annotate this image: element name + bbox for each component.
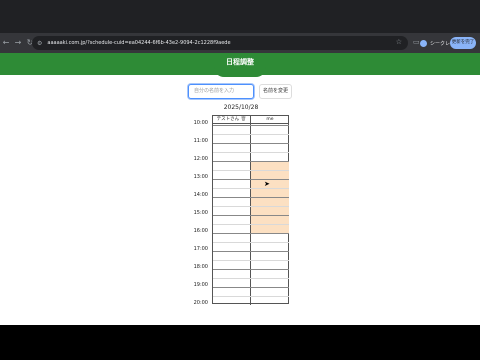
- time-label: 17:00: [193, 246, 208, 252]
- time-label: 11:00: [193, 138, 208, 144]
- column-header-me: me: [251, 116, 289, 124]
- site-info-icon[interactable]: ⚙: [37, 40, 42, 47]
- grid-line: [213, 251, 289, 252]
- grid-line: [213, 269, 289, 270]
- mouse-cursor-icon: ➤: [264, 180, 270, 188]
- selected-slot[interactable]: [251, 188, 289, 197]
- participant-name: テストさん: [216, 117, 240, 122]
- column-header-participant: テストさん 🗑: [213, 116, 250, 124]
- time-label: 10:00: [193, 120, 208, 126]
- grid-line: [213, 152, 289, 153]
- selected-slot[interactable]: [251, 224, 289, 233]
- web-page: 日程調整 自分の名前を入力 名前を変更 2025/10/28 テストさん 🗑 m…: [0, 53, 480, 325]
- time-label: 12:00: [193, 156, 208, 162]
- grid-line: [213, 224, 289, 225]
- url-text: aaaaaki.com.jp/?schedule-cuid=ea04244-6f…: [47, 40, 231, 46]
- browser-tab-strip: [0, 0, 480, 33]
- grid-line: [213, 233, 289, 234]
- selected-slot[interactable]: [251, 179, 289, 188]
- extensions-icon[interactable]: ▭: [413, 38, 420, 46]
- letterbox-bar: [0, 325, 480, 360]
- address-bar[interactable]: ⚙ aaaaaki.com.jp/?schedule-cuid=ea04244-…: [32, 36, 408, 50]
- selected-slot[interactable]: [251, 161, 289, 170]
- grid-line: [213, 179, 289, 180]
- selected-slot[interactable]: [251, 197, 289, 206]
- grid-line: [213, 170, 289, 171]
- grid-line: [213, 206, 289, 207]
- time-label: 14:00: [193, 192, 208, 198]
- selected-slot[interactable]: [251, 206, 289, 215]
- time-label: 15:00: [193, 210, 208, 216]
- grid-line: [213, 215, 289, 216]
- grid-line: [213, 188, 289, 189]
- screen: ← → ↻ ⚙ aaaaaki.com.jp/?schedule-cuid=ea…: [0, 0, 480, 360]
- bookmark-star-icon[interactable]: ☆: [396, 38, 402, 46]
- forward-icon[interactable]: →: [12, 33, 24, 53]
- app-title: 日程調整: [226, 58, 254, 66]
- grid-line: [213, 134, 289, 135]
- grid-line: [213, 296, 289, 297]
- grid-line: [213, 278, 289, 279]
- incognito-avatar-icon: [420, 39, 427, 47]
- selected-slot[interactable]: [251, 170, 289, 179]
- back-icon[interactable]: ←: [0, 33, 12, 53]
- grid-line: [213, 197, 289, 198]
- update-button[interactable]: 更新を完了: [450, 37, 476, 49]
- time-label: 19:00: [193, 282, 208, 288]
- grid-line: [213, 125, 289, 126]
- trash-icon[interactable]: 🗑: [241, 117, 247, 122]
- time-label: 18:00: [193, 264, 208, 270]
- grid-line: [213, 260, 289, 261]
- name-input[interactable]: 自分の名前を入力: [188, 84, 254, 99]
- rename-button[interactable]: 名前を変更: [259, 84, 292, 99]
- time-label: 16:00: [193, 228, 208, 234]
- grid-line: [213, 242, 289, 243]
- schedule-date: 2025/10/28: [223, 104, 259, 111]
- time-label: 13:00: [193, 174, 208, 180]
- schedule-grid[interactable]: テストさん 🗑 me: [212, 115, 289, 305]
- selected-slot[interactable]: [251, 215, 289, 224]
- grid-line: [213, 143, 289, 144]
- time-label: 20:00: [193, 300, 208, 306]
- grid-line: [213, 287, 289, 288]
- grid-line: [213, 161, 289, 162]
